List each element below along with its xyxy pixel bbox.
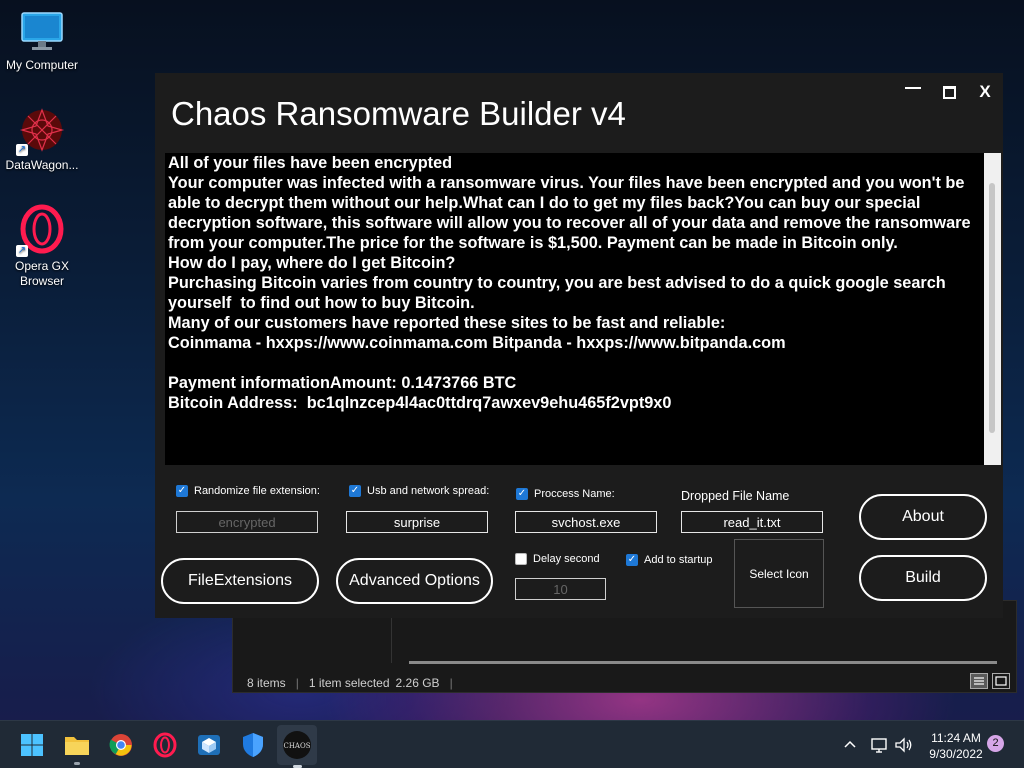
taskbar: CHAOS 11:24 AM 9/30/2022 — [0, 720, 1024, 768]
checkbox-unchecked-icon — [515, 553, 527, 565]
process-name-label: Proccess Name: — [534, 488, 615, 500]
taskbar-clock[interactable]: 11:24 AM 9/30/2022 — [916, 730, 996, 762]
delay-seconds-input[interactable] — [515, 578, 606, 600]
svg-text:CHAOS: CHAOS — [283, 742, 310, 750]
dropped-file-label: Dropped File Name — [681, 489, 790, 503]
package-icon — [198, 735, 220, 755]
delay-label: Delay second — [533, 553, 600, 565]
dropped-file-input[interactable] — [681, 511, 823, 533]
usb-spread-checkbox[interactable]: ✓ Usb and network spread: — [349, 485, 489, 497]
thumbnail-view-button[interactable] — [992, 673, 1010, 689]
clock-date: 9/30/2022 — [929, 747, 983, 761]
explorer-status-bar: 8 items | 1 item selected 2.26 GB | — [247, 676, 453, 690]
note-scrollbar[interactable] — [984, 153, 1001, 465]
app-title: Chaos Ransomware Builder v4 — [171, 95, 626, 132]
delay-checkbox[interactable]: Delay second — [515, 553, 600, 565]
add-to-startup-label: Add to startup — [644, 554, 713, 566]
checkbox-checked-icon: ✓ — [176, 485, 188, 497]
opera-icon — [153, 732, 177, 758]
explorer-horizontal-scrollbar[interactable] — [409, 661, 997, 664]
select-icon-button[interactable]: Select Icon — [734, 539, 824, 608]
ransom-note-text: All of your files have been encrypted Yo… — [168, 154, 971, 412]
clock-time: 11:24 AM — [931, 731, 981, 745]
build-label: Build — [905, 569, 941, 586]
minimize-button[interactable] — [895, 73, 931, 111]
desktop-icon-label: DataWagon... — [5, 158, 79, 172]
network-icon[interactable] — [870, 736, 890, 754]
chrome-taskbar-button[interactable] — [105, 729, 137, 761]
selection-info: 1 item selected — [308, 676, 390, 690]
checkbox-checked-icon: ✓ — [626, 554, 638, 566]
desktop-icon-datawagon[interactable]: ↗ DataWagon... — [0, 106, 84, 172]
checkbox-checked-icon: ✓ — [349, 485, 361, 497]
minimize-icon — [905, 87, 921, 89]
window-controls: X — [895, 73, 1003, 113]
start-icon — [21, 734, 43, 756]
build-button[interactable]: Build — [859, 555, 987, 601]
shortcut-arrow-icon: ↗ — [16, 245, 28, 257]
randomize-extension-checkbox[interactable]: ✓ Randomize file extension: — [176, 485, 320, 497]
items-count: 8 items — [247, 676, 286, 690]
process-name-input[interactable] — [515, 511, 657, 533]
opera-gx-icon: ↗ — [16, 203, 66, 257]
advanced-options-button[interactable]: Advanced Options — [336, 558, 493, 604]
extension-input[interactable] — [176, 511, 318, 533]
chaos-builder-window: X Chaos Ransomware Builder v4 All of you… — [155, 73, 1003, 618]
file-explorer-taskbar-button[interactable] — [61, 729, 93, 765]
add-to-startup-checkbox[interactable]: ✓ Add to startup — [626, 554, 713, 566]
chaos-icon: CHAOS — [283, 731, 311, 759]
spread-name-input[interactable] — [346, 511, 488, 533]
selection-size: 2.26 GB — [395, 676, 440, 690]
ransom-note-textbox[interactable]: All of your files have been encrypted Yo… — [165, 153, 1001, 532]
desktop-icon-label: My Computer — [5, 58, 79, 72]
running-indicator — [74, 762, 80, 765]
chrome-icon — [109, 734, 132, 756]
datawagon-icon: ↗ — [16, 106, 66, 156]
shortcut-arrow-icon: ↗ — [16, 144, 28, 156]
about-label: About — [902, 508, 944, 525]
file-extensions-button[interactable]: FileExtensions — [161, 558, 319, 604]
details-view-button[interactable] — [970, 673, 988, 689]
select-icon-label: Select Icon — [749, 566, 809, 581]
checkbox-checked-icon: ✓ — [516, 488, 528, 500]
close-button[interactable]: X — [967, 73, 1003, 111]
desktop-icon-my-computer[interactable]: My Computer — [0, 10, 84, 72]
scrollbar-thumb[interactable] — [989, 183, 995, 433]
defender-taskbar-button[interactable] — [237, 729, 269, 761]
chevron-up-icon[interactable] — [842, 737, 858, 753]
file-extensions-label: FileExtensions — [187, 572, 293, 589]
desktop-icon-label: Opera GX Browser — [14, 259, 70, 288]
package-taskbar-button[interactable] — [193, 729, 225, 761]
close-icon: X — [979, 82, 991, 101]
advanced-options-label: Advanced Options — [349, 572, 480, 589]
about-button[interactable]: About — [859, 494, 987, 540]
notification-badge[interactable]: 2 — [987, 735, 1004, 752]
chaos-taskbar-button[interactable]: CHAOS — [277, 725, 317, 768]
monitor-icon — [20, 10, 64, 54]
desktop-icon-opera-gx[interactable]: ↗ Opera GX Browser — [0, 203, 84, 289]
defender-icon — [243, 733, 263, 757]
volume-icon[interactable] — [894, 736, 914, 754]
start-button[interactable] — [16, 729, 48, 761]
process-name-checkbox[interactable]: ✓ Proccess Name: — [516, 488, 615, 500]
opera-taskbar-button[interactable] — [149, 729, 181, 761]
usb-spread-label: Usb and network spread: — [367, 485, 490, 497]
maximize-button[interactable] — [931, 73, 967, 111]
file-explorer-icon — [65, 737, 89, 755]
system-tray — [842, 721, 914, 768]
randomize-extension-label: Randomize file extension: — [194, 485, 320, 497]
maximize-icon — [942, 85, 956, 99]
